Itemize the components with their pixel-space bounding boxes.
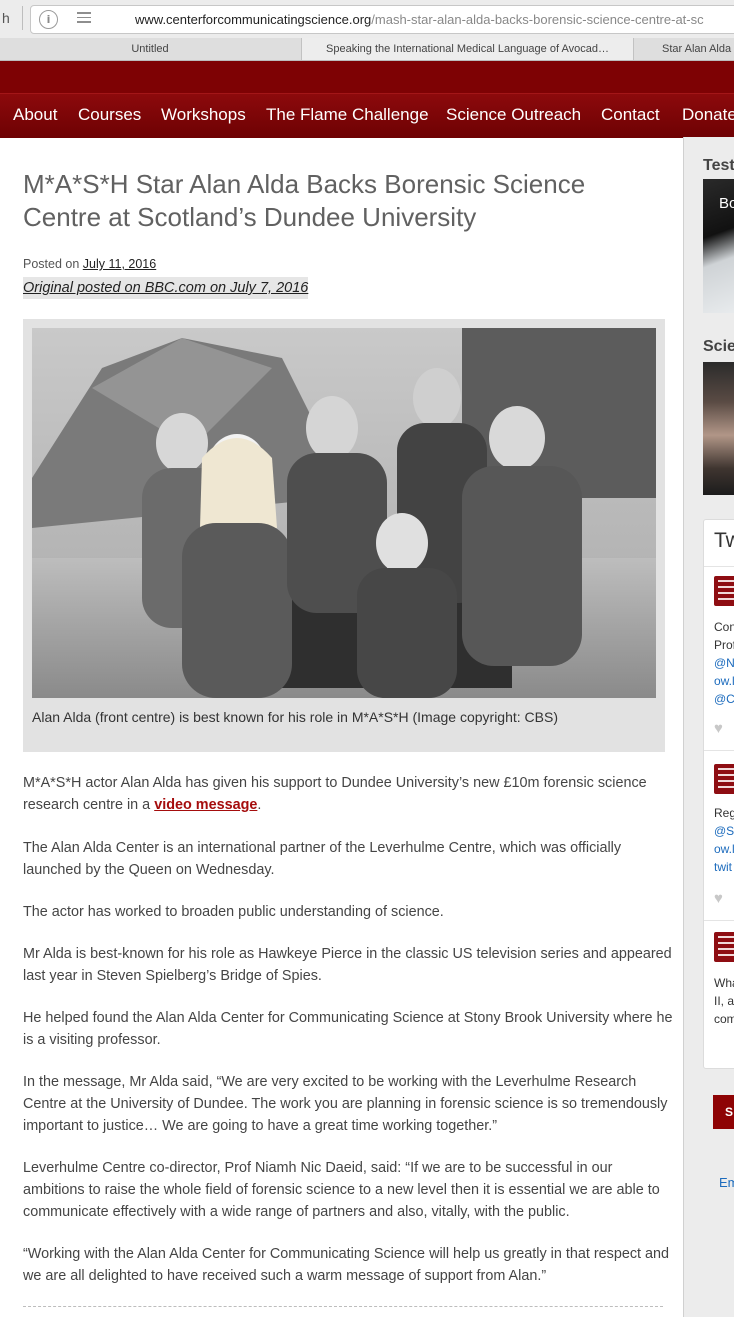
sidebar-widget-title-test: Test xyxy=(703,157,734,174)
sidebar-video-thumbnail[interactable]: Bo xyxy=(703,179,734,313)
tweet-1-line: Con xyxy=(714,620,734,634)
paragraph-1-end: . xyxy=(257,797,262,813)
tweet-3-line: II, a xyxy=(714,994,734,1008)
tweet-2-link[interactable]: ow.l xyxy=(714,842,734,856)
nav-contact[interactable]: Contact xyxy=(601,105,660,125)
sidebar-widget-title-science: Scie xyxy=(703,338,734,355)
url-host: www.centerforcommunicatingscience.org xyxy=(135,12,372,27)
twitter-embed-link[interactable]: Em xyxy=(719,1175,734,1190)
toolbar-divider xyxy=(22,6,23,30)
paragraph-1-text: M*A*S*H actor Alan Alda has given his su… xyxy=(23,775,647,813)
original-source-link[interactable]: Original posted on BBC.com on July 7, 20… xyxy=(23,277,309,299)
tweet-1-line: Prof xyxy=(714,638,734,652)
twitter-header-divider xyxy=(704,566,734,567)
browser-tab-untitled[interactable]: Untitled xyxy=(0,38,300,60)
url-text[interactable]: www.centerforcommunicatingscience.org/ma… xyxy=(135,12,704,27)
tweet-2-avatar[interactable] xyxy=(714,764,734,794)
article-divider xyxy=(23,1306,663,1307)
figure-caption: Alan Alda (front centre) is best known f… xyxy=(32,709,558,725)
main-nav: About Courses Workshops The Flame Challe… xyxy=(0,93,734,138)
tweet-1-mention[interactable]: @C xyxy=(714,692,734,706)
browser-tab-avocado[interactable]: Speaking the International Medical Langu… xyxy=(301,38,633,60)
tweet-divider xyxy=(704,920,734,921)
twitter-widget: Tw Con Prof @N ow.l @C ♥ Reg @S ow.l twi… xyxy=(703,519,734,1069)
browser-tab-alan-alda[interactable]: Star Alan Alda xyxy=(633,38,734,60)
sidebar-photo[interactable] xyxy=(703,362,734,495)
twitter-widget-title: Tw xyxy=(714,529,734,552)
sidebar-button-label: S xyxy=(725,1105,734,1119)
address-bar-fragment: h xyxy=(2,10,10,26)
article-figure: Alan Alda (front centre) is best known f… xyxy=(23,319,665,752)
article-paragraph-3: The actor has worked to broaden public u… xyxy=(23,904,444,920)
article-paragraph-1: M*A*S*H actor Alan Alda has given his su… xyxy=(23,772,673,816)
article-paragraph-8: “Working with the Alan Alda Center for C… xyxy=(23,1246,670,1284)
sidebar: Test Bo Scie Tw Con Prof @N ow.l @C ♥ Re… xyxy=(683,137,734,1317)
info-icon[interactable]: i xyxy=(39,10,58,29)
browser-tab-strip: Untitled Speaking the International Medi… xyxy=(0,38,734,61)
tweet-1-link[interactable]: ow.l xyxy=(714,674,734,688)
nav-workshops[interactable]: Workshops xyxy=(161,105,246,125)
nav-courses[interactable]: Courses xyxy=(78,105,141,125)
sidebar-subscribe-button[interactable]: S xyxy=(713,1095,734,1129)
reader-view-icon[interactable] xyxy=(77,12,91,26)
posted-prefix: Posted on xyxy=(23,257,80,271)
video-thumbnail-text: Bo xyxy=(719,195,734,212)
heart-icon[interactable]: ♥ xyxy=(714,720,723,737)
article-paragraph-6: In the message, Mr Alda said, “We are ve… xyxy=(23,1074,668,1134)
site-header-banner xyxy=(0,61,734,93)
nav-about[interactable]: About xyxy=(13,105,57,125)
heart-icon[interactable]: ♥ xyxy=(714,890,723,907)
nav-donate[interactable]: Donate xyxy=(682,105,734,125)
article-paragraph-4: Mr Alda is best-known for his role as Ha… xyxy=(23,946,672,984)
tweet-2-mention[interactable]: @S xyxy=(714,824,734,838)
article-paragraph-7: Leverhulme Centre co-director, Prof Niam… xyxy=(23,1160,660,1220)
tweet-2-line: Reg xyxy=(714,806,734,820)
tweet-1-mention[interactable]: @N xyxy=(714,656,734,670)
tweet-divider xyxy=(704,750,734,751)
url-path: /mash-star-alan-alda-backs-borensic-scie… xyxy=(371,12,704,27)
nav-science-outreach[interactable]: Science Outreach xyxy=(446,105,581,125)
article-title: M*A*S*H Star Alan Alda Backs Borensic Sc… xyxy=(23,169,586,232)
video-message-link[interactable]: video message xyxy=(154,797,257,813)
tweet-3-line: Wha xyxy=(714,976,734,990)
article-paragraph-5: He helped found the Alan Alda Center for… xyxy=(23,1010,673,1048)
url-field[interactable]: i www.centerforcommunicatingscience.org/… xyxy=(30,5,734,34)
mash-cast-photo xyxy=(32,328,656,698)
nav-flame-challenge[interactable]: The Flame Challenge xyxy=(266,105,429,125)
tweet-1-avatar[interactable] xyxy=(714,576,734,606)
posted-date-link[interactable]: July 11, 2016 xyxy=(83,257,156,271)
browser-address-bar: h i www.centerforcommunicatingscience.or… xyxy=(0,0,734,39)
tweet-2-link[interactable]: twit xyxy=(714,860,732,874)
article-paragraph-2: The Alan Alda Center is an international… xyxy=(23,840,622,878)
post-meta: Posted on July 11, 2016 xyxy=(23,257,156,271)
tweet-3-avatar[interactable] xyxy=(714,932,734,962)
tweet-3-line: com xyxy=(714,1012,734,1026)
